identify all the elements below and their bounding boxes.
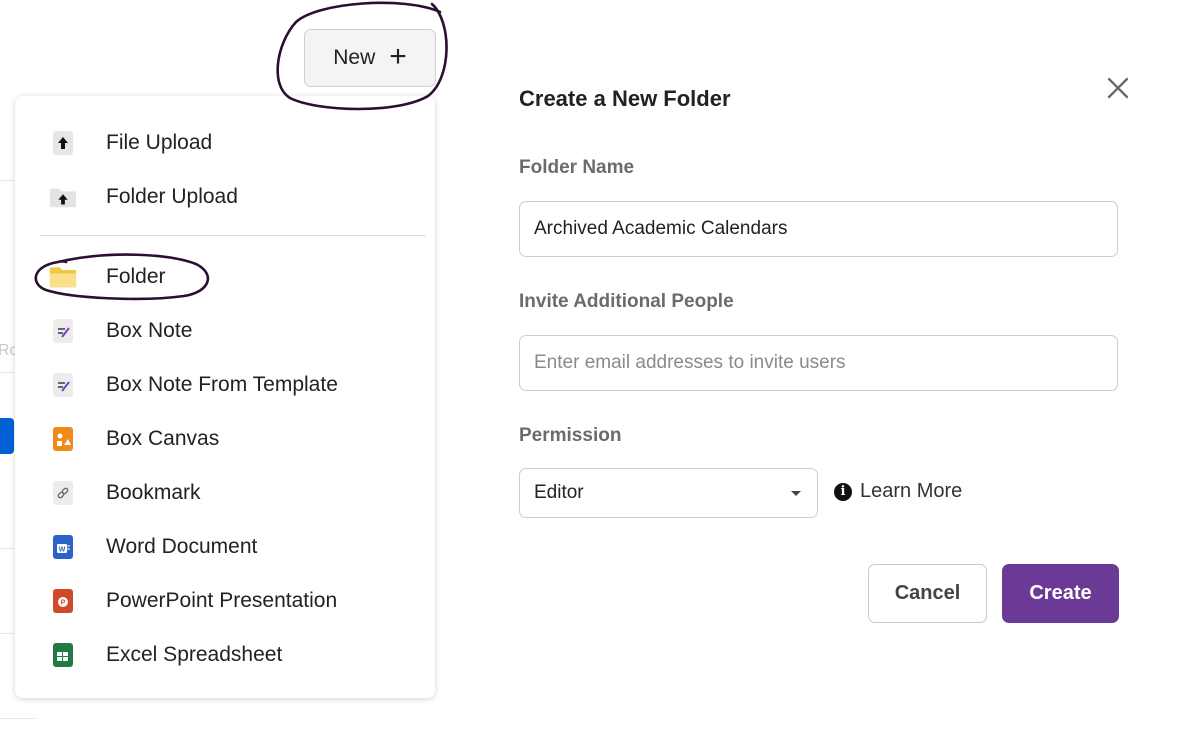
invite-email-input[interactable]: [519, 335, 1118, 391]
create-button[interactable]: Create: [1002, 564, 1119, 623]
background-divider: [0, 548, 14, 549]
invite-label: Invite Additional People: [519, 291, 734, 312]
bookmark-link-icon: [49, 479, 77, 507]
learn-more-link[interactable]: i Learn More: [834, 480, 962, 503]
menu-item-label: Box Canvas: [106, 427, 220, 450]
folder-name-input[interactable]: [519, 201, 1118, 257]
background-divider: [0, 180, 14, 181]
menu-item-folder[interactable]: Folder: [15, 254, 435, 300]
excel-icon: [49, 641, 77, 669]
permission-value: Editor: [534, 482, 584, 503]
folder-icon: [49, 263, 77, 291]
svg-text:P: P: [61, 600, 66, 607]
folder-name-label: Folder Name: [519, 157, 635, 178]
menu-item-label: Folder: [106, 265, 166, 288]
dialog-title: Create a New Folder: [519, 86, 731, 111]
background-divider: [0, 372, 14, 373]
menu-divider: [40, 235, 426, 236]
folder-upload-icon: [49, 183, 77, 211]
background-divider: [0, 718, 36, 719]
word-icon: W: [49, 533, 77, 561]
permission-select[interactable]: Editor: [519, 468, 818, 518]
menu-item-powerpoint-presentation[interactable]: P PowerPoint Presentation: [15, 578, 435, 624]
info-icon: i: [834, 482, 852, 501]
box-note-icon: [49, 317, 77, 345]
menu-item-folder-upload[interactable]: Folder Upload: [15, 174, 435, 220]
menu-item-label: PowerPoint Presentation: [106, 589, 338, 612]
box-note-template-icon: [49, 371, 77, 399]
menu-item-label: Bookmark: [106, 481, 201, 504]
box-canvas-icon: [49, 425, 77, 453]
menu-item-file-upload[interactable]: File Upload: [15, 120, 435, 166]
chevron-down-icon: [791, 491, 801, 496]
menu-item-label: Box Note: [106, 319, 193, 342]
close-icon[interactable]: [1102, 72, 1134, 104]
upload-arrow-icon: [49, 129, 77, 157]
powerpoint-icon: P: [49, 587, 77, 615]
permission-label: Permission: [519, 425, 622, 446]
menu-item-label: File Upload: [106, 131, 213, 154]
menu-item-word-document[interactable]: W Word Document: [15, 524, 435, 570]
svg-text:W: W: [59, 547, 66, 554]
menu-item-bookmark[interactable]: Bookmark: [15, 470, 435, 516]
cancel-button[interactable]: Cancel: [868, 564, 987, 623]
menu-item-excel-spreadsheet[interactable]: Excel Spreadsheet: [15, 632, 435, 678]
menu-item-box-note[interactable]: Box Note: [15, 308, 435, 354]
menu-item-box-note-from-template[interactable]: Box Note From Template: [15, 362, 435, 408]
menu-item-label: Box Note From Template: [106, 373, 338, 396]
menu-item-label: Excel Spreadsheet: [106, 643, 283, 666]
new-button-label: New: [333, 46, 376, 69]
plus-icon: +: [389, 39, 407, 73]
background-divider: [0, 633, 14, 634]
new-item-menu: File Upload Folder Upload Folder Box Not…: [15, 96, 435, 698]
learn-more-label: Learn More: [860, 480, 963, 502]
menu-item-label: Word Document: [106, 535, 258, 558]
menu-item-label: Folder Upload: [106, 185, 238, 208]
menu-item-box-canvas[interactable]: Box Canvas: [15, 416, 435, 462]
new-button[interactable]: New +: [304, 29, 436, 87]
background-blue-tab: [0, 418, 14, 454]
